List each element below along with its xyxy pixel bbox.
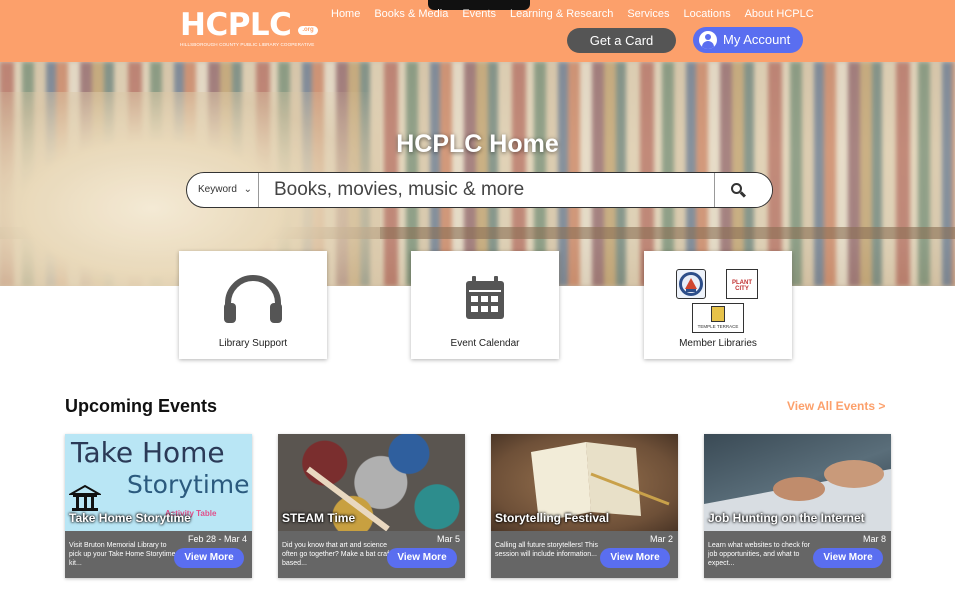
logo-text: HCPLC [180, 7, 292, 43]
view-all-events-link[interactable]: View All Events > [787, 399, 885, 413]
event-title: Job Hunting on the Internet [708, 511, 865, 525]
event-card[interactable]: Job Hunting on the Internet Mar 8 Learn … [704, 434, 891, 578]
my-account-button[interactable]: My Account [693, 27, 803, 53]
nav-home[interactable]: Home [331, 8, 360, 20]
event-description: Learn what websites to check for job opp… [708, 542, 810, 567]
search-bar: Keyword ⌄ [186, 172, 773, 208]
caret-down-icon: ⌄ [243, 184, 252, 195]
event-card[interactable]: STEAM Time Mar 5 Did you know that art a… [278, 434, 465, 578]
user-icon [699, 31, 717, 49]
logo-subtitle: HILLSBOROUGH COUNTY PUBLIC LIBRARY COOPE… [180, 42, 315, 47]
event-date: Mar 2 [649, 534, 673, 544]
plant-city-seal: PLANT CITY [726, 269, 758, 299]
nav-locations[interactable]: Locations [684, 8, 731, 20]
temple-terrace-seal: TEMPLE TERRACE [692, 303, 744, 333]
event-title: Take Home Storytime [69, 511, 191, 525]
main-nav: Home Books & Media Events Learning & Res… [331, 8, 828, 20]
event-title: Storytelling Festival [495, 511, 610, 525]
bruton-library-seal [676, 269, 706, 299]
event-date: Mar 5 [436, 534, 460, 544]
logo-badge: .org [298, 26, 318, 35]
tile-member-libraries[interactable]: PLANT CITY TEMPLE TERRACE Member Librari… [644, 251, 792, 359]
event-info: Mar 5 Did you know that art and science … [278, 531, 465, 578]
nav-books-media[interactable]: Books & Media [374, 8, 448, 20]
nav-about[interactable]: About HCPLC [745, 8, 814, 20]
hcplc-logo[interactable]: HCPLC .org HILLSBOROUGH COUNTY PUBLIC LI… [180, 8, 320, 48]
upcoming-events-heading: Upcoming Events [65, 396, 218, 416]
get-card-button[interactable]: Get a Card [567, 28, 676, 53]
library-building-icon [69, 484, 101, 511]
event-description: Did you know that art and science often … [282, 542, 391, 567]
calendar-icon [466, 276, 504, 319]
view-more-button[interactable]: View More [387, 548, 457, 568]
search-button[interactable] [714, 173, 772, 207]
search-type-label: Keyword [198, 184, 237, 195]
event-date: Mar 8 [862, 534, 886, 544]
tile-library-support[interactable]: Library Support [179, 251, 327, 359]
site-header: HCPLC .org HILLSBOROUGH COUNTY PUBLIC LI… [0, 0, 955, 62]
event-title: STEAM Time [282, 511, 356, 525]
my-account-label: My Account [723, 32, 791, 47]
search-type-select[interactable]: Keyword ⌄ [187, 173, 259, 207]
page-title: HCPLC Home [396, 130, 559, 158]
nav-services[interactable]: Services [627, 8, 669, 20]
headphones-icon [224, 275, 282, 323]
event-description: Calling all future storytellers! This se… [495, 542, 598, 558]
event-description: Visit Bruton Memorial Library to pick up… [69, 542, 176, 567]
view-more-button[interactable]: View More [600, 548, 670, 568]
event-info: Feb 28 - Mar 4 Visit Bruton Memorial Lib… [65, 531, 252, 578]
tile-label: Library Support [218, 338, 288, 349]
view-more-button[interactable]: View More [174, 548, 244, 568]
event-card[interactable]: Take Home Storytime Activity Table Take … [65, 434, 252, 578]
search-input[interactable] [259, 173, 714, 207]
event-info: Mar 8 Learn what websites to check for j… [704, 531, 891, 578]
tile-event-calendar[interactable]: Event Calendar [411, 251, 559, 359]
event-date: Feb 28 - Mar 4 [187, 534, 247, 544]
tile-label: Event Calendar [450, 338, 520, 349]
nav-learning-research[interactable]: Learning & Research [510, 8, 613, 20]
tile-label: Member Libraries [679, 338, 757, 349]
event-info: Mar 2 Calling all future storytellers! T… [491, 531, 678, 578]
view-more-button[interactable]: View More [813, 548, 883, 568]
nav-events[interactable]: Events [462, 8, 496, 20]
event-card[interactable]: Storytelling Festival Mar 2 Calling all … [491, 434, 678, 578]
